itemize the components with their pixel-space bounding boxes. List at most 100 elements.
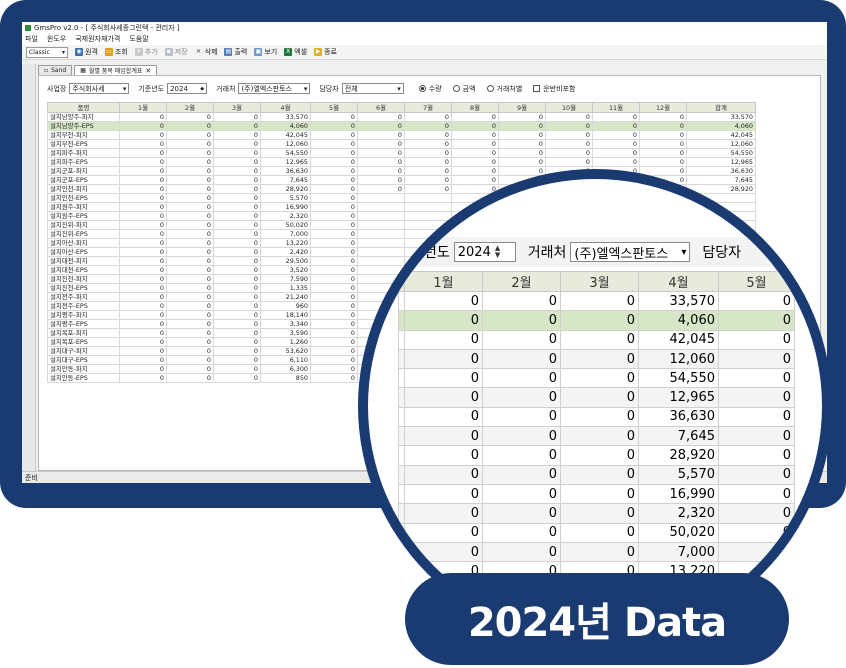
zoom-table-value-cell[interactable]: 2,320 [638,503,719,524]
table-value-cell[interactable]: 0 [166,346,214,356]
table-item-name-cell[interactable]: 설치부천-파지 [47,130,120,140]
table-value-cell[interactable]: 0 [310,193,358,203]
zoom-table-column-header[interactable]: 5월 [718,271,795,292]
table-value-cell[interactable]: 0 [119,373,167,383]
vendor-select[interactable]: (주)엘엑스판토스 ▾ [238,83,311,94]
table-value-cell[interactable]: 0 [119,247,167,257]
table-value-cell[interactable]: 0 [545,148,593,158]
save-button[interactable]: ▪ 저장 [164,47,188,57]
table-column-header[interactable]: 10월 [545,102,593,113]
zoom-table-column-header[interactable]: 1월 [404,271,483,292]
table-value-cell[interactable]: 0 [310,283,358,293]
table-value-cell[interactable]: 0 [213,202,261,212]
table-item-name-cell[interactable]: 설치대전-파지 [47,256,120,266]
table-value-cell[interactable]: 0 [213,175,261,185]
table-item-name-cell[interactable]: 설치아산-EPS [47,247,120,257]
zoom-vendor-select[interactable]: (주)엘엑스판토스 ▾ [570,242,691,262]
table-value-cell[interactable]: 0 [545,139,593,149]
zoom-table-value-cell[interactable]: 0 [404,464,483,485]
table-item-name-cell[interactable]: 설치파주-EPS [47,157,120,167]
table-value-cell[interactable]: 0 [310,247,358,257]
table-value-cell[interactable]: 0 [119,364,167,374]
table-value-cell[interactable]: 0 [119,319,167,329]
zoom-table-row[interactable]: 0 0 0 50,020 0 [398,522,795,543]
table-value-cell[interactable]: 0 [310,238,358,248]
zoom-table-row[interactable]: 0 0 0 5,570 0 [398,464,795,485]
table-item-name-cell[interactable]: 설치안동-파지 [47,364,120,374]
table-value-cell[interactable]: 0 [545,112,593,122]
zoom-table-value-cell[interactable]: 0 [404,483,483,505]
table-value-cell[interactable]: 0 [166,274,214,284]
table-value-cell[interactable]: 0 [166,355,214,365]
menu-file[interactable]: 파일 [25,34,38,44]
table-value-cell[interactable]: 0 [166,175,214,185]
table-value-cell[interactable]: 0 [310,310,358,320]
table-value-cell[interactable]: 0 [310,175,358,185]
table-value-cell[interactable]: 0 [357,112,405,122]
zoom-table-value-cell[interactable]: 0 [560,483,639,505]
table-row[interactable]: 설치남양주-파지 0 0 0 33,570 0 0 0 0 0 0 0 0 33,570 [47,112,756,122]
zoom-table-value-cell[interactable]: 0 [482,348,561,370]
table-value-cell[interactable]: 0 [498,157,546,167]
freight-checkbox[interactable] [533,85,541,92]
table-item-name-cell[interactable]: 설치군포-EPS [47,175,120,185]
table-value-cell[interactable]: 0 [357,166,405,176]
zoom-table-value-cell[interactable]: 0 [482,503,561,524]
table-value-cell[interactable] [357,220,405,230]
zoom-table-column-header[interactable]: 4월 [638,271,719,292]
tab-sand[interactable]: ▫ Sand [38,65,73,75]
table-value-cell[interactable]: 12,060 [686,139,756,149]
table-value-cell[interactable]: 0 [310,319,358,329]
table-value-cell[interactable]: 0 [310,130,358,140]
zoom-table-row[interactable]: 0 0 0 16,990 0 [398,483,795,505]
table-value-cell[interactable]: 0 [498,148,546,158]
table-item-name-cell[interactable]: 설치아산-파지 [47,238,120,248]
table-value-cell[interactable]: 0 [592,139,640,149]
table-value-cell[interactable]: 0 [451,175,499,185]
zoom-table-value-cell[interactable]: 0 [560,522,639,543]
left-dock-strip[interactable] [22,64,36,471]
table-value-cell[interactable]: 0 [166,229,214,239]
zoom-table-row[interactable]: 0 0 0 28,920 0 [398,445,795,466]
table-value-cell[interactable]: 0 [166,319,214,329]
table-value-cell[interactable]: 0 [404,157,452,167]
table-item-name-cell[interactable]: 설치전주-파지 [47,292,120,302]
table-item-name-cell[interactable]: 설치평주-파지 [47,310,120,320]
zoom-table-value-cell[interactable]: 7,000 [638,541,719,563]
table-column-header[interactable]: 6월 [357,102,405,113]
zoom-table-row[interactable]: 0 0 0 4,060 0 [398,310,795,331]
table-value-cell[interactable]: 0 [310,211,358,221]
table-value-cell[interactable]: 21,240 [260,292,311,302]
table-value-cell[interactable]: 0 [119,301,167,311]
table-item-name-cell[interactable]: 설치대구-EPS [47,355,120,365]
table-value-cell[interactable]: 0 [404,175,452,185]
table-column-header[interactable]: 합계 [686,102,756,113]
zoom-table-value-cell[interactable]: 0 [560,310,639,331]
table-value-cell[interactable]: 0 [404,184,452,194]
table-value-cell[interactable]: 0 [451,139,499,149]
table-value-cell[interactable]: 0 [213,364,261,374]
table-value-cell[interactable]: 0 [166,220,214,230]
table-value-cell[interactable]: 0 [166,328,214,338]
table-value-cell[interactable]: 0 [166,157,214,167]
spinner-arrows-icon[interactable]: ▲ ▼ [495,245,500,259]
table-value-cell[interactable]: 0 [213,184,261,194]
remote-button[interactable]: ◉ 원격 [75,47,98,57]
table-value-cell[interactable]: 0 [310,256,358,266]
table-value-cell[interactable]: 0 [310,220,358,230]
table-value-cell[interactable]: 0 [213,112,261,122]
table-value-cell[interactable]: 50,020 [260,220,311,230]
table-value-cell[interactable]: 0 [119,175,167,185]
zoom-table-value-cell[interactable]: 33,570 [638,290,719,312]
table-value-cell[interactable]: 0 [357,121,405,131]
table-value-cell[interactable]: 0 [213,328,261,338]
table-item-name-cell[interactable]: 설치대전-EPS [47,265,120,275]
table-item-name-cell[interactable]: 설치진위-EPS [47,229,120,239]
table-item-name-cell[interactable]: 설치목포-파지 [47,328,120,338]
zoom-table-value-cell[interactable]: 0 [404,541,483,563]
zoom-table-row[interactable]: 0 0 0 33,570 0 [398,290,795,312]
table-value-cell[interactable]: 12,965 [686,157,756,167]
table-value-cell[interactable]: 0 [592,130,640,140]
year-spinner[interactable]: 2024 ◆ [167,83,208,94]
zoom-table-value-cell[interactable]: 0 [718,503,795,524]
